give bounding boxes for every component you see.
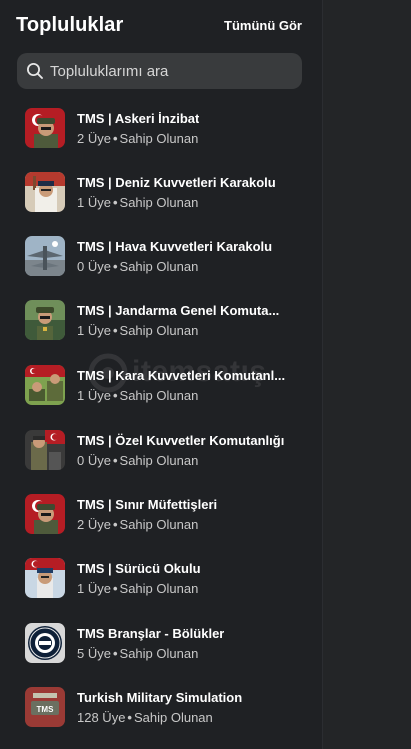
list-item[interactable]: TMS | Hava Kuvvetleri Karakolu 0 Üye • Sah… [0, 232, 322, 280]
role-label: Sahip Olunan [119, 646, 199, 661]
community-thumbnail [25, 558, 65, 598]
separator-dot: • [112, 259, 118, 274]
community-thumbnail [25, 300, 65, 340]
community-meta: 128 Üye • Sahip Olunan [77, 710, 213, 725]
community-name: TMS | Jandarma Genel Komuta... [77, 303, 280, 318]
community-thumbnail [25, 494, 65, 534]
role-label: Sahip Olunan [119, 517, 199, 532]
community-meta: 1 Üye • Sahip Olunan [77, 581, 198, 596]
separator-dot: • [112, 323, 118, 338]
member-count: 5 Üye [77, 646, 111, 661]
separator-dot: • [112, 581, 118, 596]
community-meta: 1 Üye • Sahip Olunan [77, 388, 198, 403]
land-icon [25, 365, 65, 405]
community-meta: 0 Üye • Sahip Olunan [77, 259, 198, 274]
separator-dot: • [112, 453, 118, 468]
community-name: TMS Branşlar - Bölükler [77, 626, 225, 641]
community-search[interactable] [17, 53, 302, 89]
community-meta: 2 Üye • Sahip Olunan [77, 131, 198, 146]
role-label: Sahip Olunan [119, 259, 199, 274]
community-thumbnail [25, 172, 65, 212]
separator-dot: • [112, 388, 118, 403]
separator-dot: • [112, 646, 118, 661]
role-label: Sahip Olunan [119, 323, 199, 338]
role-label: Sahip Olunan [119, 388, 199, 403]
jets-icon [25, 236, 65, 276]
community-thumbnail [25, 236, 65, 276]
community-meta: 0 Üye • Sahip Olunan [77, 453, 198, 468]
list-item[interactable]: TMS | Sınır Müfettişleri 2 Üye • Sahip Olu… [0, 490, 322, 538]
separator-dot: • [112, 195, 118, 210]
community-name: TMS | Hava Kuvvetleri Karakolu [77, 239, 273, 254]
svg-text:TMS: TMS [37, 705, 55, 714]
see-all-link[interactable]: Tümünü Gör [224, 18, 302, 33]
soldier-flag-icon [25, 108, 65, 148]
member-count: 128 Üye [77, 710, 126, 725]
naval-icon [25, 172, 65, 212]
community-meta: 1 Üye • Sahip Olunan [77, 323, 198, 338]
communities-header: Topluluklar Tümünü Gör [16, 14, 302, 38]
list-item[interactable]: TMS | Özel Kuvvetler Komutanlığı 0 Üye • S… [0, 426, 322, 474]
role-label: Sahip Olunan [119, 453, 199, 468]
member-count: 1 Üye [77, 388, 111, 403]
list-item[interactable]: TMS | Deniz Kuvvetleri Karakolu 1 Üye • Sa… [0, 168, 322, 216]
member-count: 0 Üye [77, 259, 111, 274]
communities-panel: Topluluklar Tümünü Gör TMS | Askeri İnzi… [0, 0, 322, 749]
community-meta: 1 Üye • Sahip Olunan [77, 195, 198, 210]
member-count: 1 Üye [77, 323, 111, 338]
search-input[interactable] [50, 53, 290, 89]
community-name: TMS | Özel Kuvvetler Komutanlığı [77, 433, 285, 448]
community-thumbnail [25, 108, 65, 148]
tms-logo-icon: TMS [25, 687, 65, 727]
community-name: TMS | Sınır Müfettişleri [77, 497, 218, 512]
gendarme-icon [25, 300, 65, 340]
search-icon [27, 63, 43, 79]
separator-dot: • [112, 131, 118, 146]
community-thumbnail [25, 430, 65, 470]
member-count: 2 Üye [77, 517, 111, 532]
separator-dot: • [112, 517, 118, 532]
role-label: Sahip Olunan [133, 710, 213, 725]
community-name: TMS | Kara Kuvvetleri Komutanl... [77, 368, 286, 383]
emblem-icon [25, 623, 65, 663]
driver-icon [25, 558, 65, 598]
soldier-flag-icon [25, 494, 65, 534]
member-count: 1 Üye [77, 581, 111, 596]
community-thumbnail: TMS [25, 687, 65, 727]
community-meta: 2 Üye • Sahip Olunan [77, 517, 198, 532]
list-item[interactable]: TMS Branşlar - Bölükler 5 Üye • Sahip Olun… [0, 619, 322, 667]
role-label: Sahip Olunan [119, 131, 199, 146]
special-icon [25, 430, 65, 470]
community-name: TMS | Sürücü Okulu [77, 561, 201, 576]
community-thumbnail [25, 365, 65, 405]
separator-dot: • [127, 710, 132, 725]
role-label: Sahip Olunan [119, 195, 199, 210]
member-count: 2 Üye [77, 131, 111, 146]
community-name: Turkish Military Simulation [77, 690, 243, 705]
list-item[interactable]: TMS | Kara Kuvvetleri Komutanl... 1 Üye •… [0, 361, 322, 409]
list-item[interactable]: TMS | Sürücü Okulu 1 Üye • Sahip Olunan [0, 554, 322, 602]
side-area [323, 0, 411, 749]
member-count: 0 Üye [77, 453, 111, 468]
role-label: Sahip Olunan [119, 581, 199, 596]
community-name: TMS | Askeri İnzibat [77, 111, 200, 126]
community-thumbnail [25, 623, 65, 663]
list-item[interactable]: TMS Turkish Military Simulation 128 Üye •… [0, 683, 322, 731]
community-meta: 5 Üye • Sahip Olunan [77, 646, 198, 661]
member-count: 1 Üye [77, 195, 111, 210]
community-name: TMS | Deniz Kuvvetleri Karakolu [77, 175, 276, 190]
panel-title: Topluluklar [16, 14, 124, 36]
list-item[interactable]: TMS | Askeri İnzibat 2 Üye • Sahip Olunan [0, 104, 322, 152]
list-item[interactable]: TMS | Jandarma Genel Komuta... 1 Üye • Sah… [0, 296, 322, 344]
